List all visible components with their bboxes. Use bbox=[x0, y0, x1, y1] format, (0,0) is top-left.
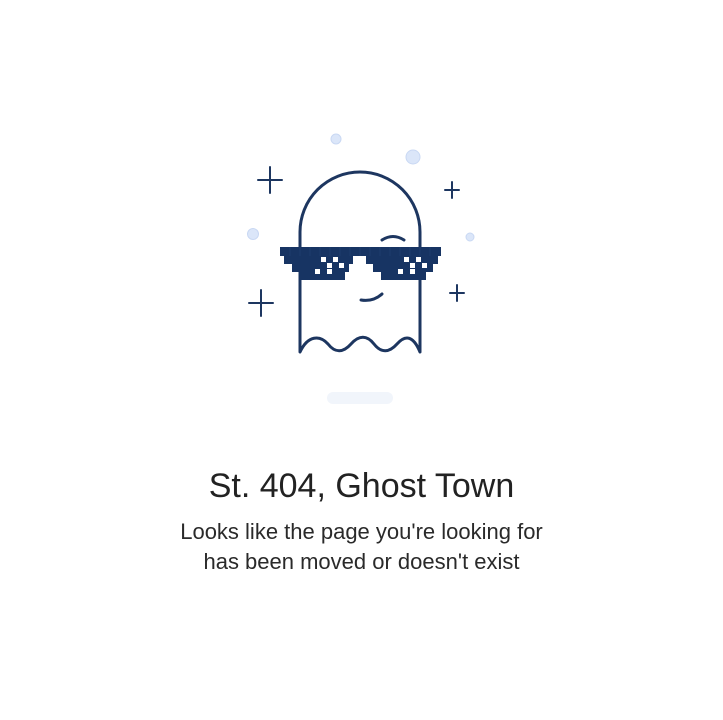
bubble-icon bbox=[330, 133, 342, 145]
ghost-shadow bbox=[327, 392, 393, 404]
sparkle-icon bbox=[257, 166, 283, 194]
error-message-line-1: Looks like the page you're looking for bbox=[180, 519, 543, 544]
bubble-icon bbox=[247, 228, 259, 240]
error-message-line-2: has been moved or doesn't exist bbox=[203, 549, 520, 574]
error-message: Looks like the page you're looking for h… bbox=[0, 517, 723, 577]
sparkle-icon bbox=[444, 181, 460, 199]
bubble-icon bbox=[405, 149, 421, 165]
bubble-icon bbox=[465, 232, 475, 242]
ghost-illustration bbox=[247, 133, 475, 404]
sparkle-icon bbox=[248, 289, 274, 317]
page-title: St. 404, Ghost Town bbox=[208, 467, 515, 505]
sparkle-icon bbox=[449, 284, 465, 302]
not-found-page: St. 404, Ghost Town Looks like the page … bbox=[0, 0, 723, 720]
